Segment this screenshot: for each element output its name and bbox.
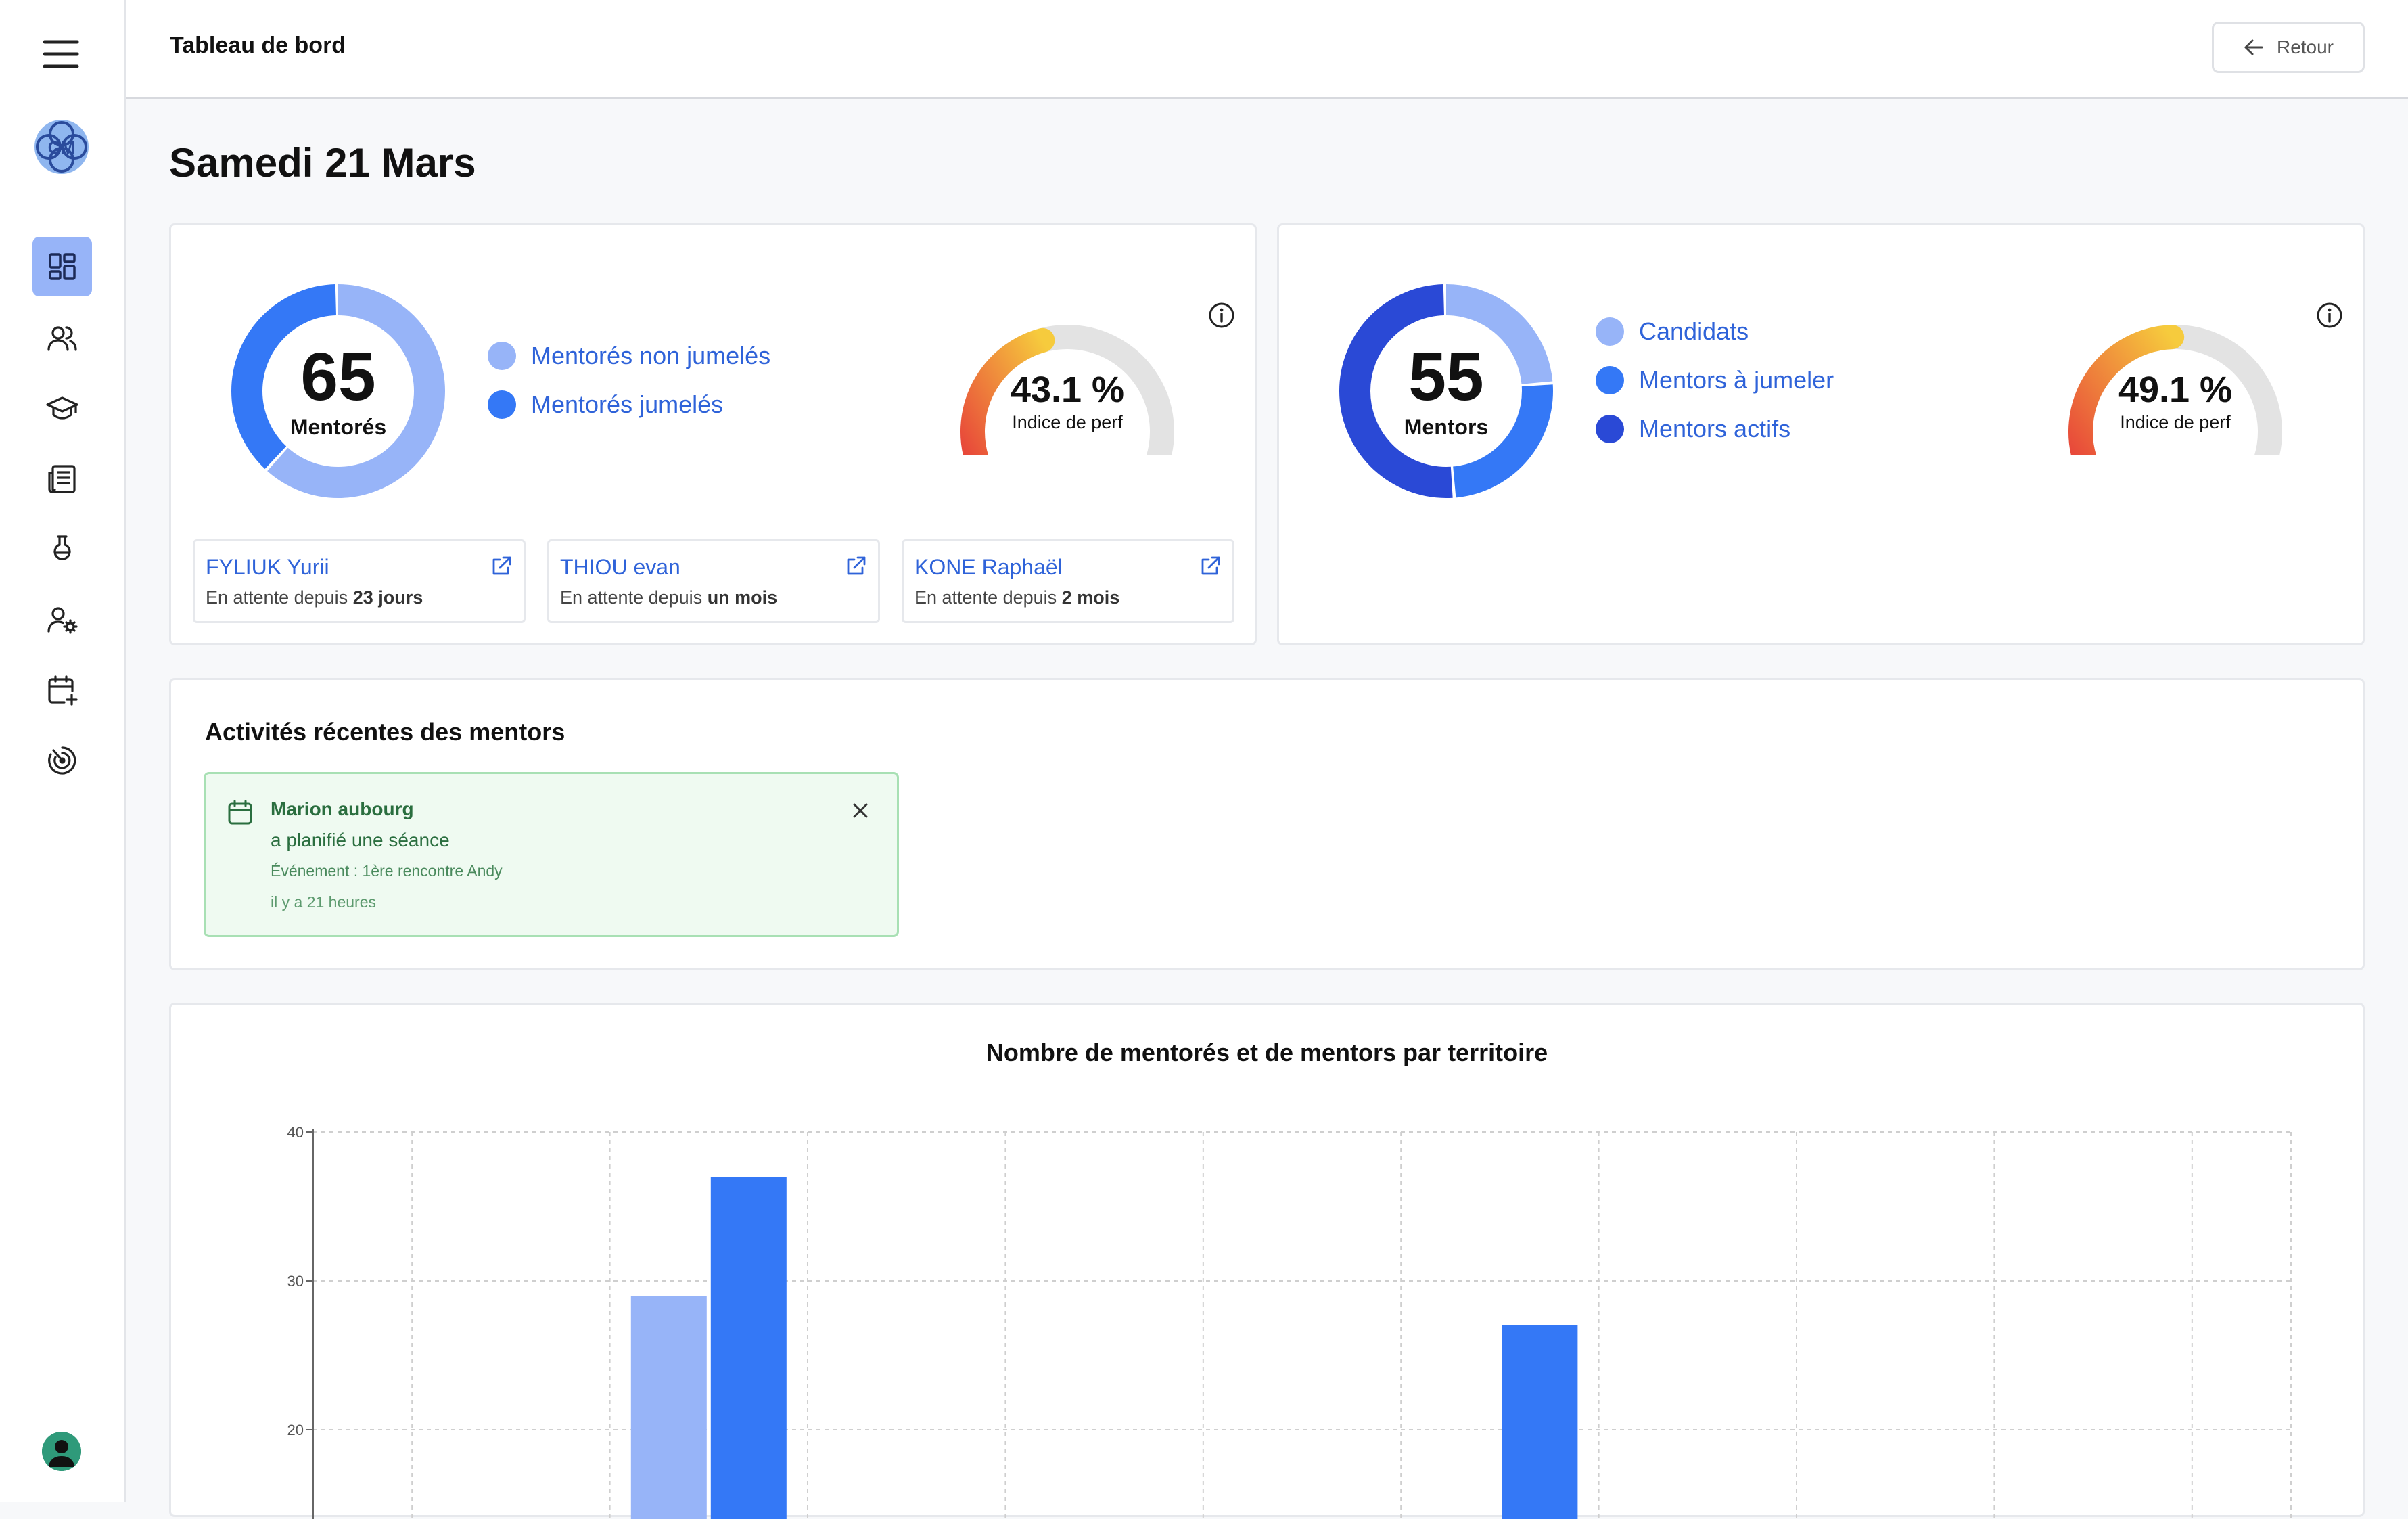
gauge-label: Indice de perf [1012,412,1123,432]
gauge-label: Indice de perf [2120,412,2231,432]
legend-label: Mentors à jumeler [1639,366,1834,394]
gauge-value: 49.1 % [2118,369,2233,410]
legend-dot [488,342,516,370]
users-icon [47,326,77,351]
activity-event: Événement : 1ère rencontre Andy [271,862,503,880]
mentors-total: 55 [1408,339,1484,415]
user-cog-icon [47,607,78,634]
waiting-mentee-card[interactable]: THIOU evan En attente depuis un mois [547,539,880,623]
waiting-duration: En attente depuis un mois [560,587,778,608]
sidebar-item-calendar[interactable] [32,660,92,720]
mentees-total-label: Mentorés [290,415,387,439]
legend-label: Mentorés jumelés [531,390,724,418]
external-link-icon[interactable] [844,555,867,578]
top-header: Tableau de bord Retour [126,0,2408,99]
page-header-title: Tableau de bord [170,32,346,58]
gauge-value: 43.1 % [1010,369,1125,410]
y-tick-label: 40 [287,1124,304,1141]
sidebar-item-graduation[interactable] [32,379,92,438]
mentees-perf-gauge: 43.1 % Indice de perf [956,320,1179,476]
mentees-total: 65 [300,339,376,415]
mentors-donut: 55 Mentors [1335,279,1558,503]
sidebar-item-user-settings[interactable] [32,590,92,650]
info-icon[interactable] [2315,301,2344,330]
activity-mentor-name: Marion aubourg [271,798,414,819]
activity-time: il y a 21 heures [271,893,376,911]
arrow-left-icon [2244,39,2263,55]
legend-label: Candidats [1639,317,1749,345]
legend-candidates[interactable]: Candidats [1596,317,1749,346]
calendar-plus-icon [48,675,78,706]
flask-icon [53,535,71,560]
calendar-icon [228,800,252,825]
newspaper-icon [48,465,76,493]
y-tick-label: 20 [287,1422,304,1438]
back-button-label: Retour [2276,37,2334,58]
sidebar-item-target[interactable] [32,731,92,790]
sidebar-item-news[interactable] [32,449,92,509]
legend-dot [1596,366,1624,394]
mentees-donut: 65 Mentorés [227,279,450,503]
waiting-duration: En attente depuis 23 jours [206,587,423,608]
hamburger-menu-icon[interactable] [42,38,80,70]
external-link-icon[interactable] [1199,555,1222,578]
dashboard-icon [49,253,76,280]
bar[interactable] [630,1296,707,1519]
activities-title: Activités récentes des mentors [205,718,565,746]
mentors-card: 55 Mentors Candidats Mentors à jumeler M… [1277,223,2365,645]
legend-mentees-unmatched[interactable]: Mentorés non jumelés [488,342,770,370]
legend-mentees-matched[interactable]: Mentorés jumelés [488,390,723,419]
waiting-mentee-name[interactable]: FYLIUK Yurii [206,555,329,580]
app-logo[interactable]: CM [31,116,92,177]
sidebar: CM [0,0,126,1502]
user-avatar[interactable] [42,1432,81,1471]
sidebar-item-users[interactable] [32,309,92,368]
activities-card: Activités récentes des mentors Marion au… [169,678,2365,970]
mentors-total-label: Mentors [1404,415,1489,439]
legend-mentors-to-match[interactable]: Mentors à jumeler [1596,366,1834,394]
activity-text: a planifié une séance [271,830,450,851]
legend-active-mentors[interactable]: Mentors actifs [1596,415,1790,443]
sidebar-item-lab[interactable] [32,520,92,579]
legend-dot [1596,317,1624,346]
info-icon[interactable] [1207,301,1236,330]
y-tick-label: 30 [287,1273,304,1290]
waiting-mentee-card[interactable]: KONE Raphaël En attente depuis 2 mois [902,539,1234,623]
waiting-duration: En attente depuis 2 mois [914,587,1120,608]
sidebar-item-dashboard[interactable] [32,237,92,296]
radar-icon [48,746,76,775]
legend-dot [1596,415,1624,443]
page-title: Samedi 21 Mars [169,140,476,185]
waiting-mentee-card[interactable]: FYLIUK Yurii En attente depuis 23 jours [193,539,526,623]
bar[interactable] [1502,1325,1578,1519]
waiting-mentee-name[interactable]: KONE Raphaël [914,555,1063,580]
bar-chart: 40 30 20 [287,1124,2292,1519]
graduation-cap-icon [46,396,78,420]
external-link-icon[interactable] [490,555,513,578]
waiting-mentee-name[interactable]: THIOU evan [560,555,680,580]
legend-label: Mentors actifs [1639,415,1791,443]
legend-label: Mentorés non jumelés [531,342,771,369]
mentors-perf-gauge: 49.1 % Indice de perf [2064,320,2287,476]
legend-dot [488,390,516,419]
activity-notification[interactable]: Marion aubourg a planifié une séance Évé… [204,772,899,937]
close-icon[interactable] [850,800,871,821]
mentees-card: 65 Mentorés Mentorés non jumelés Mentoré… [169,223,1257,645]
back-button[interactable]: Retour [2212,22,2365,73]
bar[interactable] [710,1177,787,1519]
territory-chart-card: Nombre de mentorés et de mentors par ter… [169,1003,2365,1519]
svg-text:CM: CM [48,137,75,158]
